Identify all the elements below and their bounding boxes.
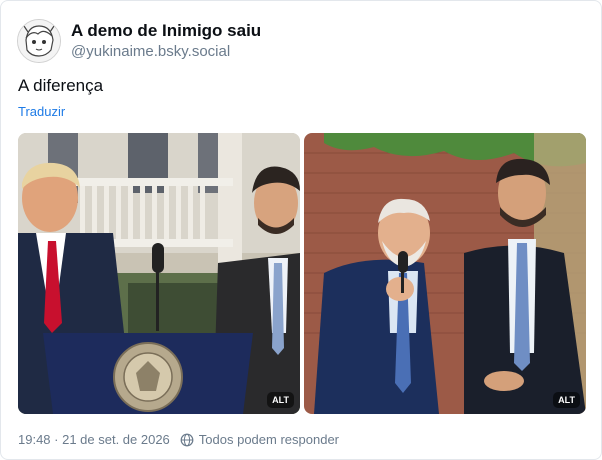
reply-setting[interactable]: Todos podem responder — [180, 432, 339, 447]
alt-badge[interactable]: ALT — [553, 392, 580, 408]
avatar[interactable] — [17, 19, 61, 63]
post-footer: 19:48 · 21 de set. de 2026 Todos podem r… — [18, 432, 339, 447]
post-image-left[interactable]: ALT — [18, 133, 300, 414]
author-name[interactable]: A demo de Inimigo saiu — [71, 21, 261, 41]
globe-icon — [180, 433, 194, 447]
post-image-right[interactable]: ALT — [304, 133, 586, 414]
post-card: A demo de Inimigo saiu @yukinaime.bsky.s… — [0, 0, 602, 460]
post-text: A diferença — [18, 76, 104, 95]
reply-setting-label: Todos podem responder — [198, 432, 339, 447]
post-timestamp[interactable]: 19:48 · 21 de set. de 2026 — [18, 432, 170, 447]
translate-link[interactable]: Traduzir — [18, 104, 65, 119]
alt-badge[interactable]: ALT — [267, 392, 294, 408]
author-handle[interactable]: @yukinaime.bsky.social — [71, 43, 230, 60]
